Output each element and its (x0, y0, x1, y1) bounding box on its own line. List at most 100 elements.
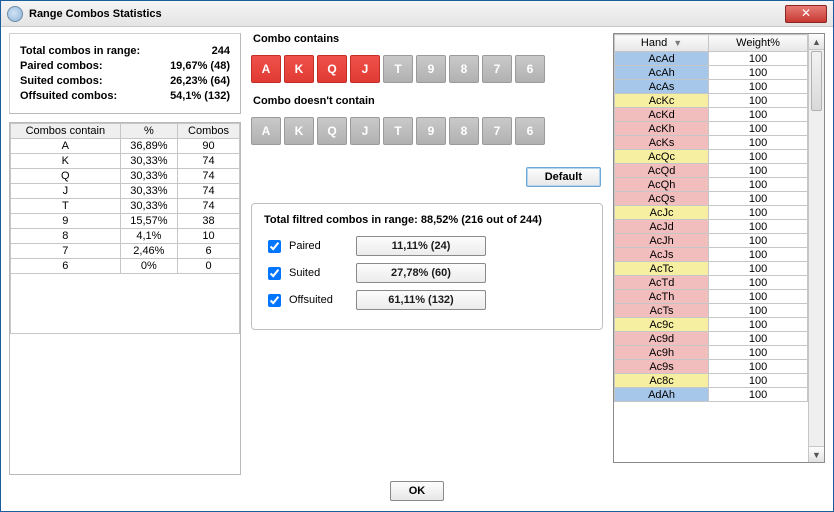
contain-th-card[interactable]: Combos contain (11, 124, 121, 139)
filtered-paired-check[interactable]: Paired (264, 237, 348, 256)
hand-cell: AcAh (615, 66, 709, 80)
hand-row[interactable]: Ac9s100 (615, 360, 808, 374)
hand-row[interactable]: AcKd100 (615, 108, 808, 122)
table-cell: 10 (178, 229, 240, 244)
hand-row[interactable]: AcQc100 (615, 150, 808, 164)
scroll-down-icon[interactable]: ▼ (809, 446, 824, 462)
close-button[interactable]: ✕ (785, 5, 827, 23)
card-button-9[interactable]: 9 (416, 55, 446, 83)
card-button-6[interactable]: 6 (515, 55, 545, 83)
card-button-A[interactable]: A (251, 117, 281, 145)
table-row[interactable]: 60%0 (11, 259, 240, 274)
summary-suited-value: 26,23% (64) (170, 75, 230, 87)
hand-row[interactable]: Ac9c100 (615, 318, 808, 332)
scroll-up-icon[interactable]: ▲ (809, 34, 824, 50)
hand-row[interactable]: Ac9d100 (615, 332, 808, 346)
hand-row[interactable]: AcQs100 (615, 192, 808, 206)
filtered-suited-value[interactable]: 27,78% (60) (356, 263, 486, 283)
hand-row[interactable]: AdAh100 (615, 388, 808, 402)
card-button-7[interactable]: 7 (482, 55, 512, 83)
hand-row[interactable]: Ac8c100 (615, 374, 808, 388)
hand-th-hand[interactable]: Hand ▼ (615, 35, 709, 52)
hand-row[interactable]: AcKh100 (615, 122, 808, 136)
hand-row[interactable]: Ac9h100 (615, 346, 808, 360)
card-button-9[interactable]: 9 (416, 117, 446, 145)
weight-cell: 100 (709, 122, 808, 136)
default-button[interactable]: Default (526, 167, 601, 187)
table-cell: 4,1% (120, 229, 177, 244)
summary-suited-label: Suited combos: (20, 75, 103, 87)
filtered-offsuited-check[interactable]: Offsuited (264, 291, 348, 310)
hand-row[interactable]: AcJh100 (615, 234, 808, 248)
ok-button[interactable]: OK (390, 481, 445, 501)
hand-row[interactable]: AcQd100 (615, 164, 808, 178)
hand-row[interactable]: AcKc100 (615, 94, 808, 108)
hand-row[interactable]: AcTh100 (615, 290, 808, 304)
card-button-T[interactable]: T (383, 117, 413, 145)
hand-th-weight[interactable]: Weight% (709, 35, 808, 52)
contain-th-pct[interactable]: % (120, 124, 177, 139)
hand-cell: AcQh (615, 178, 709, 192)
card-button-Q[interactable]: Q (317, 55, 347, 83)
table-cell: 15,57% (120, 214, 177, 229)
card-button-K[interactable]: K (284, 55, 314, 83)
card-button-J[interactable]: J (350, 117, 380, 145)
table-row[interactable]: 915,57%38 (11, 214, 240, 229)
contain-th-combos[interactable]: Combos (178, 124, 240, 139)
table-cell: Q (11, 169, 121, 184)
card-button-6[interactable]: 6 (515, 117, 545, 145)
titlebar: Range Combos Statistics ✕ (1, 1, 833, 27)
filtered-suited-label: Suited (289, 267, 320, 279)
table-cell: J (11, 184, 121, 199)
card-button-K[interactable]: K (284, 117, 314, 145)
table-row[interactable]: T30,33%74 (11, 199, 240, 214)
card-button-8[interactable]: 8 (449, 55, 479, 83)
table-row[interactable]: Q30,33%74 (11, 169, 240, 184)
hand-row[interactable]: AcTs100 (615, 304, 808, 318)
filtered-suited-check[interactable]: Suited (264, 264, 348, 283)
hand-table-wrap: Hand ▼ Weight% AcAd100AcAh100AcAs100AcKc… (613, 33, 825, 463)
table-cell: 8 (11, 229, 121, 244)
hand-row[interactable]: AcJc100 (615, 206, 808, 220)
table-row[interactable]: K30,33%74 (11, 154, 240, 169)
hand-row[interactable]: AcJs100 (615, 248, 808, 262)
weight-cell: 100 (709, 276, 808, 290)
card-button-8[interactable]: 8 (449, 117, 479, 145)
filtered-title: Total filtred combos in range: 88,52% (2… (264, 214, 590, 226)
card-button-J[interactable]: J (350, 55, 380, 83)
scroll-thumb[interactable] (811, 51, 822, 111)
hand-row[interactable]: AcTd100 (615, 276, 808, 290)
hand-row[interactable]: AcTc100 (615, 262, 808, 276)
summary-total-value: 244 (212, 45, 230, 57)
hand-row[interactable]: AcAs100 (615, 80, 808, 94)
combo-notcontains-row: AKQJT9876 (251, 117, 603, 145)
table-row[interactable]: A36,89%90 (11, 139, 240, 154)
hand-row[interactable]: AcAh100 (615, 66, 808, 80)
card-button-T[interactable]: T (383, 55, 413, 83)
combo-contains-label: Combo contains (253, 33, 603, 45)
paired-checkbox[interactable] (268, 240, 281, 253)
table-row[interactable]: 84,1%10 (11, 229, 240, 244)
weight-cell: 100 (709, 94, 808, 108)
weight-cell: 100 (709, 248, 808, 262)
offsuited-checkbox[interactable] (268, 294, 281, 307)
table-cell: 0% (120, 259, 177, 274)
hand-row[interactable]: AcJd100 (615, 220, 808, 234)
window-title: Range Combos Statistics (29, 8, 785, 20)
hand-row[interactable]: AcKs100 (615, 136, 808, 150)
filtered-paired-value[interactable]: 11,11% (24) (356, 236, 486, 256)
table-cell: 30,33% (120, 154, 177, 169)
card-button-7[interactable]: 7 (482, 117, 512, 145)
card-button-A[interactable]: A (251, 55, 281, 83)
filtered-offsuited-value[interactable]: 61,11% (132) (356, 290, 486, 310)
scrollbar[interactable]: ▲ ▼ (808, 34, 824, 462)
content: Total combos in range: 244 Paired combos… (1, 27, 833, 511)
hand-row[interactable]: AcQh100 (615, 178, 808, 192)
hand-cell: AcKd (615, 108, 709, 122)
filtered-paired-label: Paired (289, 240, 321, 252)
table-row[interactable]: J30,33%74 (11, 184, 240, 199)
suited-checkbox[interactable] (268, 267, 281, 280)
table-row[interactable]: 72,46%6 (11, 244, 240, 259)
card-button-Q[interactable]: Q (317, 117, 347, 145)
hand-row[interactable]: AcAd100 (615, 52, 808, 66)
